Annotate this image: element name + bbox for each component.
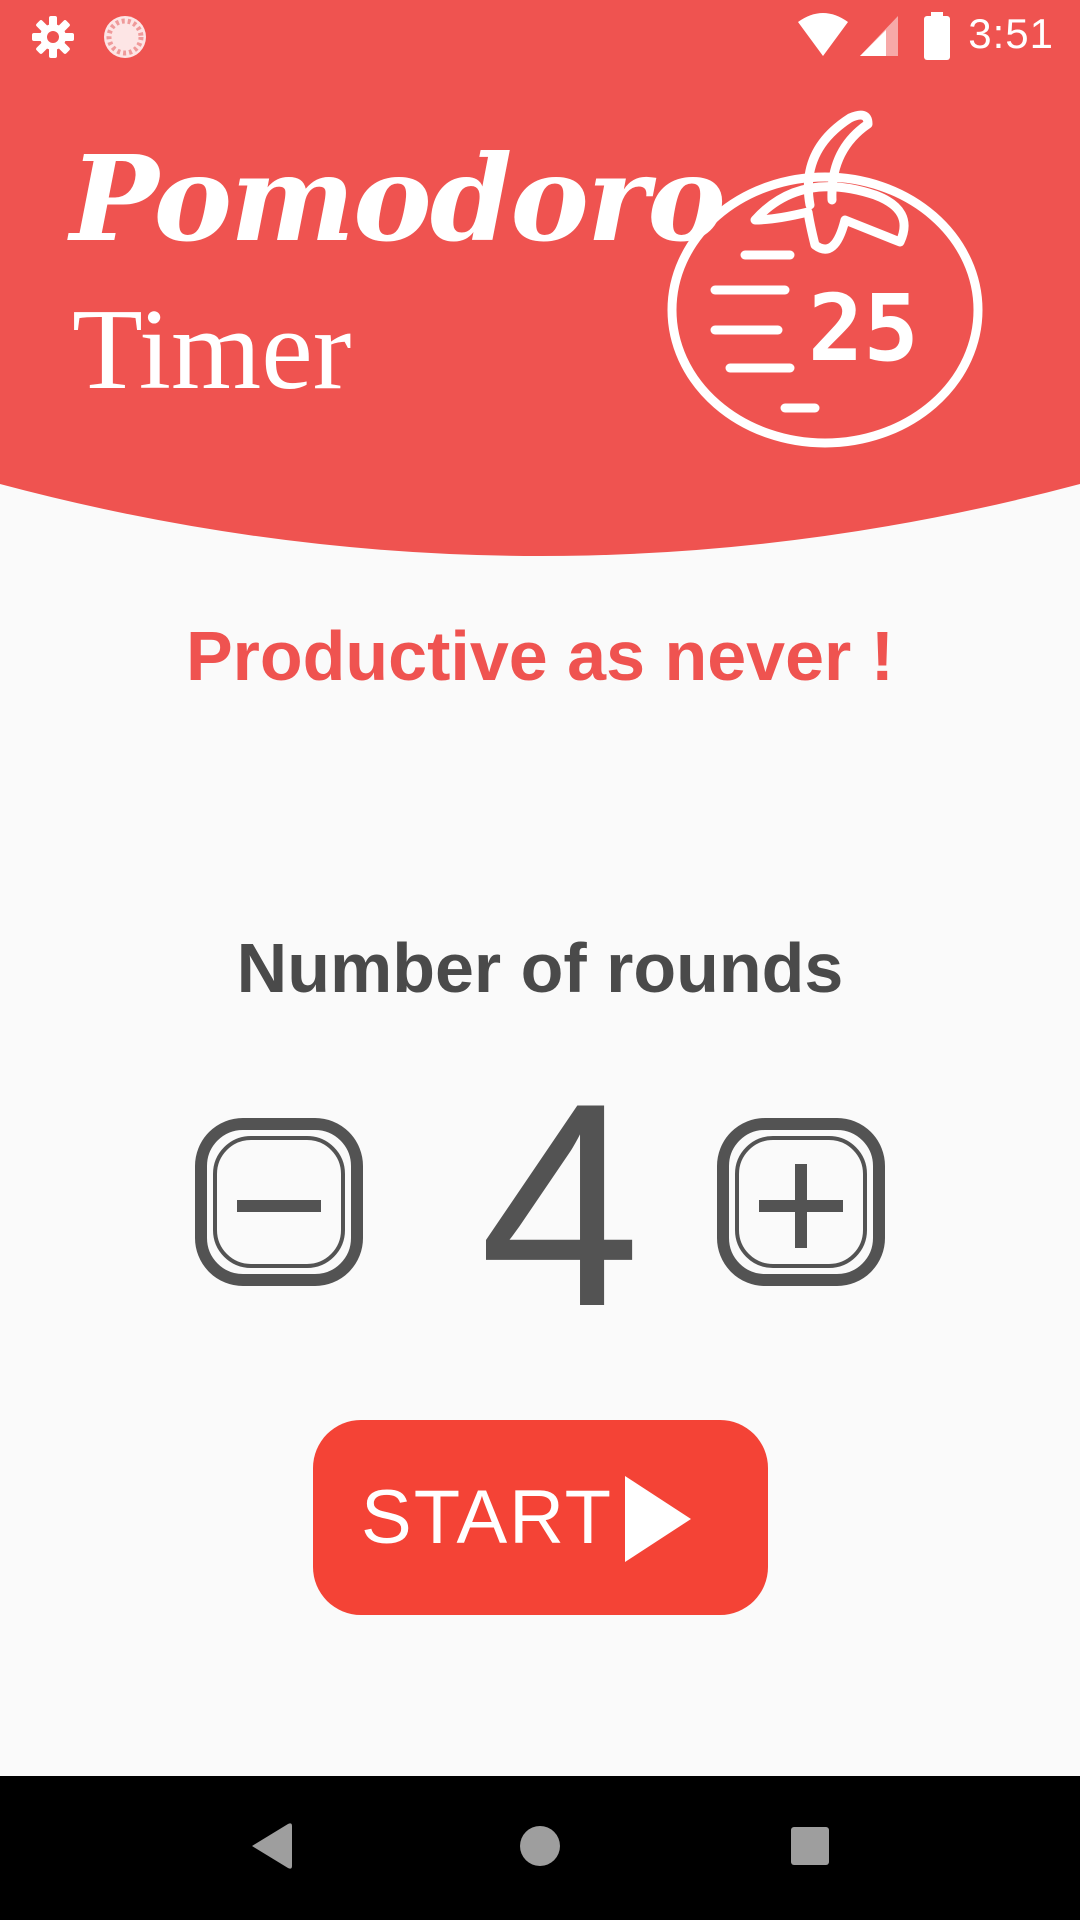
tagline: Productive as never ! (185, 617, 895, 695)
home-icon (520, 1826, 560, 1866)
play-icon (625, 1476, 691, 1562)
header: 3:51 Pomodoro Timer 25 (0, 0, 1080, 560)
nav-home-button[interactable] (480, 1796, 600, 1896)
recents-icon (791, 1827, 829, 1865)
app-title-pomodoro: Pomodoro (70, 129, 726, 268)
increment-rounds-button[interactable] (717, 1118, 885, 1286)
settings-gear-icon (32, 16, 74, 58)
logo-number: 25 (808, 275, 919, 382)
pomodoro-notification-icon (104, 16, 146, 58)
minus-icon (237, 1200, 321, 1212)
start-button[interactable]: START (313, 1420, 768, 1615)
nav-recents-button[interactable] (750, 1796, 870, 1896)
status-bar: 3:51 (0, 0, 1080, 72)
cell-signal-icon (860, 16, 898, 56)
battery-icon (924, 12, 950, 60)
rounds-label: Number of rounds (236, 929, 844, 1007)
decrement-rounds-button[interactable] (195, 1118, 363, 1286)
tomato-timer-logo-icon: 25 (667, 110, 983, 448)
nav-back-button[interactable] (210, 1796, 330, 1896)
back-icon (252, 1823, 292, 1869)
rounds-value: 4 (479, 1043, 641, 1367)
navigation-bar (0, 1776, 1080, 1920)
app-title-timer: Timer (72, 286, 352, 414)
start-label: START (361, 1475, 614, 1560)
status-time: 3:51 (968, 10, 1054, 57)
wifi-icon (798, 13, 848, 56)
